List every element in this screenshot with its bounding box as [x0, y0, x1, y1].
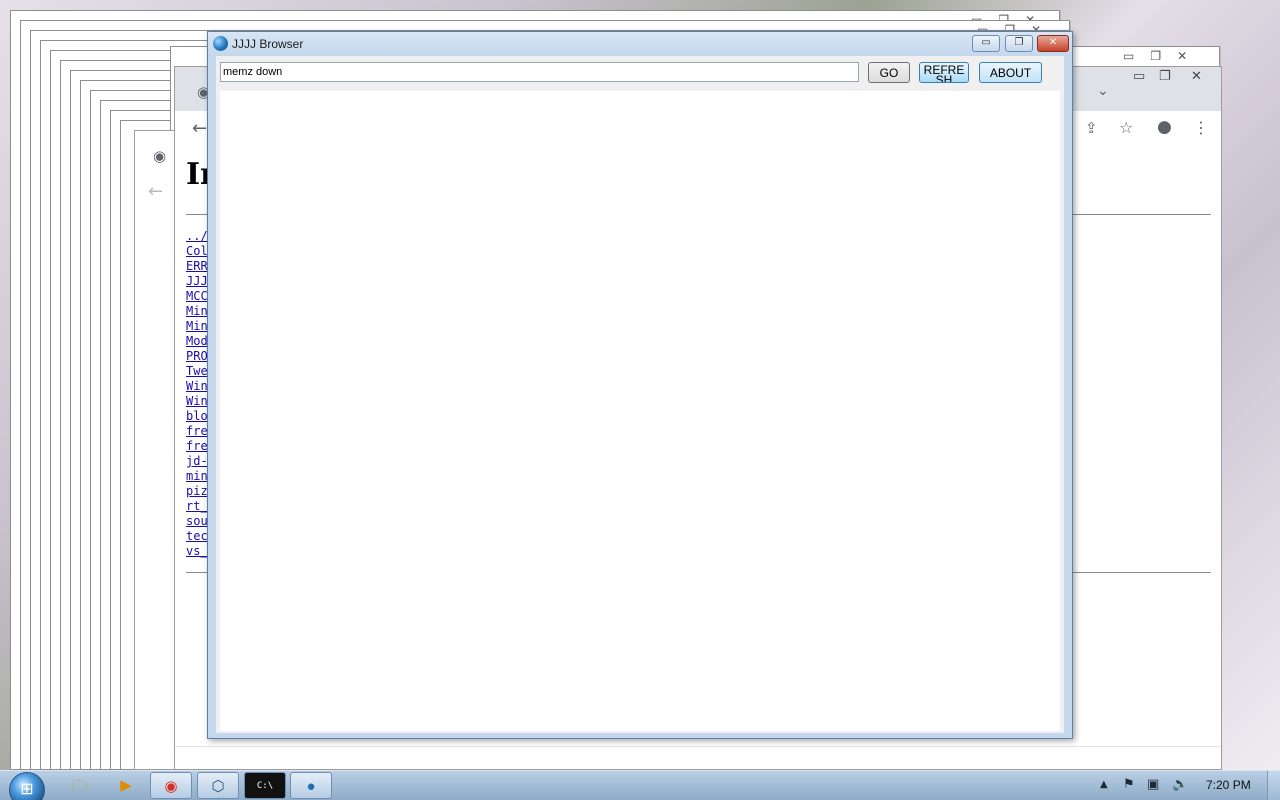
chrome-menu-icon[interactable]: ⋮ — [1193, 118, 1209, 137]
directory-list-item: Twe — [186, 364, 208, 379]
directory-link[interactable]: jd- — [186, 454, 208, 468]
start-button[interactable]: ⊞ — [9, 772, 45, 800]
directory-list-item: jd- — [186, 454, 208, 469]
directory-link[interactable]: Win — [186, 394, 208, 408]
directory-link[interactable]: Col — [186, 244, 208, 258]
directory-list-item: MCC — [186, 289, 208, 304]
directory-link[interactable]: tec — [186, 529, 208, 543]
directory-list: ../Col ERR JJJ MCC Min Min Mod PRO Twe Win Win blo f… — [186, 229, 208, 559]
cmd-icon[interactable]: C:\ — [244, 772, 286, 799]
chrome-close-button[interactable]: ✕ — [1191, 69, 1202, 84]
close-button[interactable]: ✕ — [1037, 35, 1069, 52]
url-input[interactable] — [220, 62, 859, 82]
media-player-icon[interactable]: ▶ — [105, 772, 147, 799]
clock[interactable]: 7:20 PM — [1206, 778, 1251, 792]
directory-link[interactable]: JJJ — [186, 274, 208, 288]
maximize-button[interactable]: ❐ — [1005, 35, 1033, 52]
directory-list-item: blo — [186, 409, 208, 424]
profile-avatar-icon[interactable]: ● — [1157, 117, 1172, 137]
back-arrow-icon: ← — [148, 181, 164, 202]
directory-link[interactable]: PRO — [186, 349, 208, 363]
chrome-minimize-button[interactable]: ▭ — [1133, 69, 1145, 84]
directory-list-item: Mod — [186, 334, 208, 349]
directory-list-item: min — [186, 469, 208, 484]
directory-list-item: rt_ — [186, 499, 208, 514]
directory-link[interactable]: Min — [186, 304, 208, 318]
directory-list-item: sou — [186, 514, 208, 529]
globe-icon — [213, 36, 228, 51]
network-icon[interactable]: ▣ — [1147, 777, 1159, 792]
directory-list-item: Min — [186, 319, 208, 334]
directory-link[interactable]: vs_ — [186, 544, 208, 558]
directory-link[interactable]: Min — [186, 319, 208, 333]
directory-list-item: Win — [186, 394, 208, 409]
chrome-icon[interactable]: ◉ — [150, 772, 192, 799]
window-title: JJJJ Browser — [232, 37, 304, 51]
directory-list-item: ERR — [186, 259, 208, 274]
minimize-button[interactable]: ▭ — [972, 35, 1000, 52]
directory-link[interactable]: min — [186, 469, 208, 483]
directory-list-item: JJJ — [186, 274, 208, 289]
refresh-button[interactable]: REFRESH — [919, 62, 969, 83]
directory-list-item: PRO — [186, 349, 208, 364]
client-area: GO REFRESH ABOUT — [216, 56, 1064, 733]
directory-list-item: piz — [186, 484, 208, 499]
directory-list-item: Win — [186, 379, 208, 394]
directory-link[interactable]: blo — [186, 409, 208, 423]
taskbar: ⊞ 🗀 ▶ ◉ ⬡ C:\ ● ▲ ⚑ ▣ 🔈 7:20 PM — [0, 770, 1280, 800]
directory-list-item: ../ — [186, 229, 208, 244]
chrome-download-bar — [175, 746, 1221, 769]
directory-link[interactable]: piz — [186, 484, 208, 498]
cube-app-icon[interactable]: ⬡ — [197, 772, 239, 799]
directory-link[interactable]: fre — [186, 439, 208, 453]
jjjj-browser-window: JJJJ Browser ▭ ❐ ✕ GO REFRESH ABOUT — [207, 31, 1073, 739]
directory-list-item: tec — [186, 529, 208, 544]
directory-list-item: Col — [186, 244, 208, 259]
explorer-icon[interactable]: 🗀 — [59, 772, 101, 799]
directory-link[interactable]: rt_ — [186, 499, 208, 513]
directory-link[interactable]: Mod — [186, 334, 208, 348]
action-center-flag-icon[interactable]: ⚑ — [1123, 777, 1135, 792]
go-button[interactable]: GO — [868, 62, 910, 83]
directory-list-item: vs_ — [186, 544, 208, 559]
bookmark-star-icon[interactable]: ☆ — [1119, 118, 1133, 137]
directory-link[interactable]: Win — [186, 379, 208, 393]
directory-link[interactable]: MCC — [186, 289, 208, 303]
tray-overflow-icon[interactable]: ▲ — [1100, 779, 1108, 790]
jjjj-browser-icon[interactable]: ● — [290, 772, 332, 799]
directory-list-item: fre — [186, 424, 208, 439]
directory-link[interactable]: Twe — [186, 364, 208, 378]
volume-icon[interactable]: 🔈 — [1172, 777, 1188, 792]
tab-list-chevron-icon[interactable]: ⌄ — [1097, 83, 1109, 99]
directory-link[interactable]: sou — [186, 514, 208, 528]
directory-list-item: fre — [186, 439, 208, 454]
chrome-logo-icon: ◉ — [153, 147, 167, 165]
directory-link[interactable]: fre — [186, 424, 208, 438]
web-view[interactable] — [220, 91, 1060, 731]
directory-list-item: Min — [186, 304, 208, 319]
share-icon[interactable]: ⇪ — [1085, 119, 1098, 137]
show-desktop-button[interactable] — [1267, 771, 1280, 800]
chrome-maximize-button[interactable]: ❐ — [1159, 69, 1171, 84]
title-bar[interactable]: JJJJ Browser ▭ ❐ ✕ — [208, 32, 1072, 56]
back-arrow-icon[interactable]: ← — [192, 118, 207, 139]
directory-link[interactable]: ../ — [186, 229, 208, 243]
about-button[interactable]: ABOUT — [979, 62, 1042, 83]
directory-link[interactable]: ERR — [186, 259, 208, 273]
